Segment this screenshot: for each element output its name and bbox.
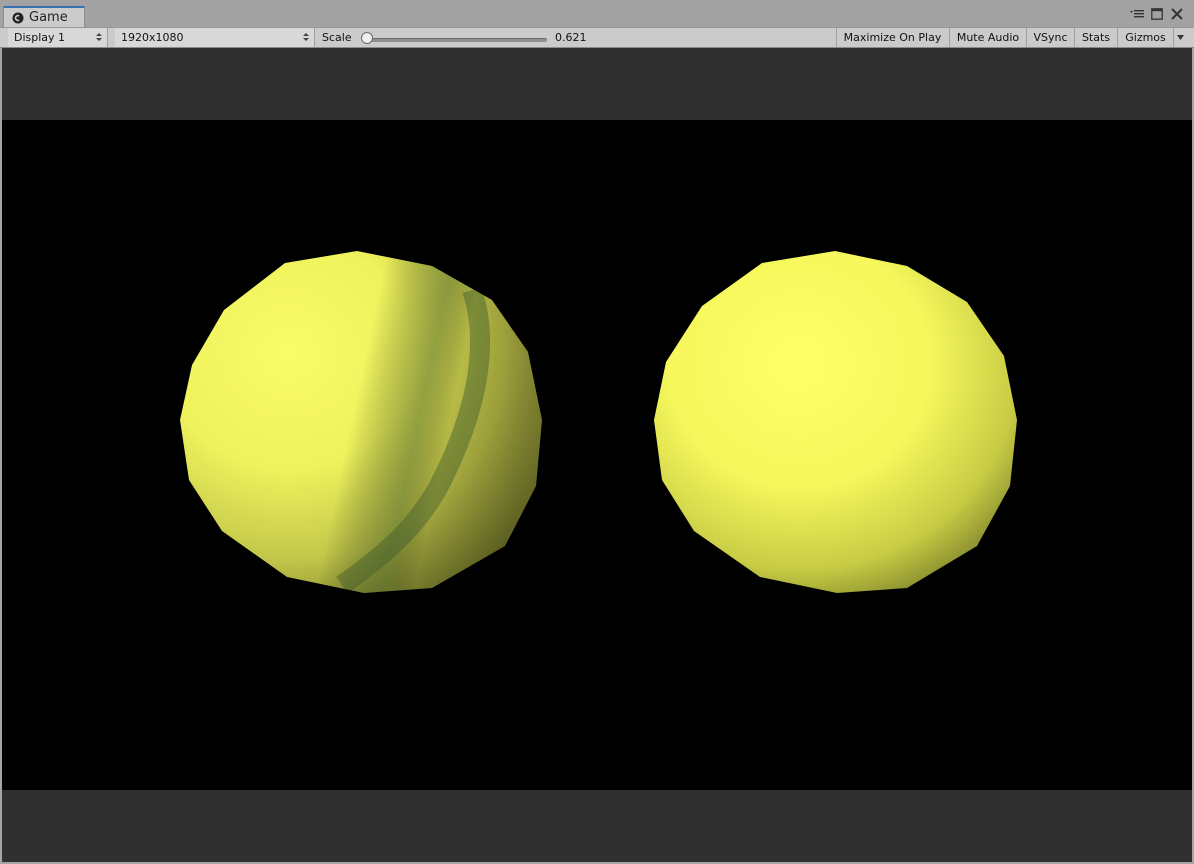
maximize-on-play-button[interactable]: Maximize On Play bbox=[836, 28, 948, 47]
mute-audio-button[interactable]: Mute Audio bbox=[949, 28, 1026, 47]
game-toolbar: Display 1 1920x1080 Scale 0.621 Maximize… bbox=[0, 27, 1194, 48]
scale-slider-track[interactable] bbox=[366, 38, 547, 42]
tab-strip: Game bbox=[0, 0, 1194, 27]
gizmos-dropdown-button[interactable] bbox=[1173, 28, 1187, 47]
unity-logo-icon bbox=[12, 12, 24, 24]
stats-button[interactable]: Stats bbox=[1074, 28, 1117, 47]
tab-title: Game bbox=[29, 10, 68, 25]
resolution-select-value: 1920x1080 bbox=[121, 31, 184, 44]
gizmos-button[interactable]: Gizmos bbox=[1117, 28, 1173, 47]
tab-game[interactable]: Game bbox=[3, 6, 85, 27]
scale-value: 0.621 bbox=[555, 31, 587, 44]
stepper-arrows-icon bbox=[96, 33, 102, 41]
maximize-icon[interactable] bbox=[1150, 7, 1164, 21]
stepper-arrows-icon bbox=[303, 33, 309, 41]
render-viewport[interactable] bbox=[2, 120, 1192, 790]
scale-label: Scale bbox=[322, 31, 352, 44]
right-sphere bbox=[654, 251, 1017, 593]
vsync-button[interactable]: VSync bbox=[1026, 28, 1074, 47]
chevron-down-icon bbox=[1177, 35, 1184, 40]
game-window: Game Display 1 1920x1080 Scale 0.621 Max… bbox=[0, 0, 1194, 864]
display-select-value: Display 1 bbox=[14, 31, 66, 44]
resolution-select[interactable]: 1920x1080 bbox=[115, 28, 315, 47]
window-controls bbox=[1130, 6, 1184, 22]
close-icon[interactable] bbox=[1170, 7, 1184, 21]
scene-render bbox=[180, 251, 1017, 593]
left-sphere bbox=[180, 251, 542, 593]
menu-icon[interactable] bbox=[1130, 7, 1144, 21]
display-select[interactable]: Display 1 bbox=[8, 28, 108, 47]
game-view[interactable] bbox=[2, 48, 1192, 862]
scale-slider-thumb[interactable] bbox=[361, 32, 373, 44]
